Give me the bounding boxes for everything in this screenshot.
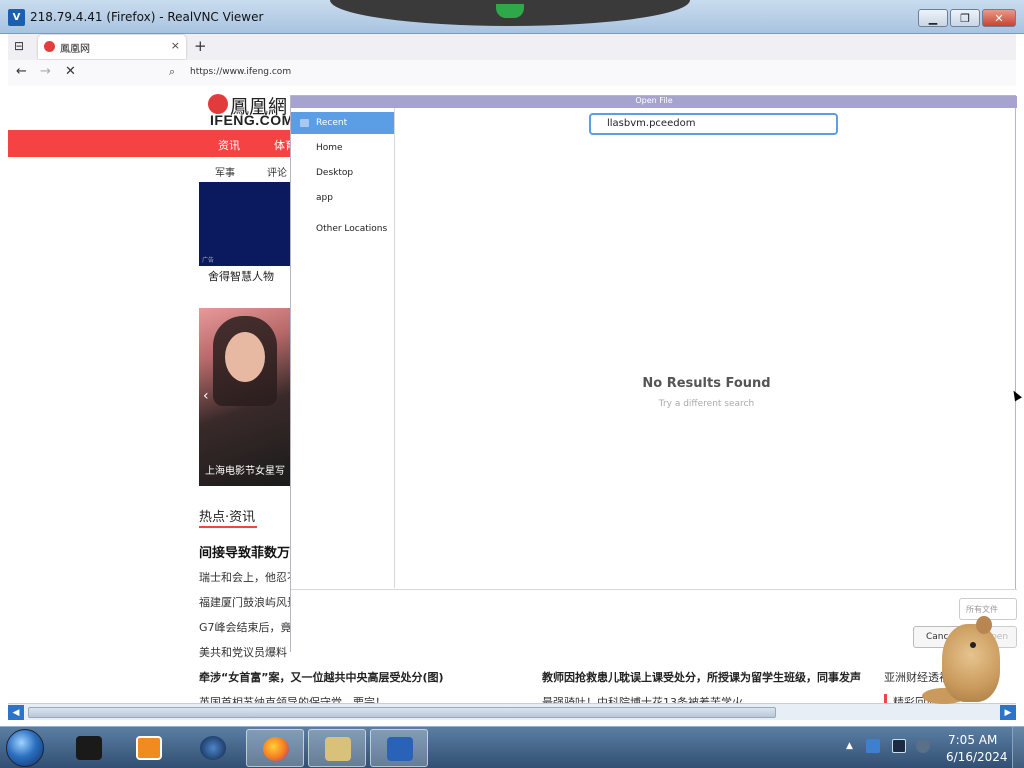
places-item-other-locations[interactable]: Other Locations bbox=[291, 218, 394, 240]
list-all-tabs-icon[interactable]: ⊟ bbox=[14, 39, 30, 55]
nav-item-news[interactable]: 资讯 bbox=[218, 137, 240, 153]
forward-button[interactable]: → bbox=[40, 64, 51, 79]
taskbar: ▲ 7:05 AM 6/16/2024 bbox=[0, 726, 1024, 768]
dialog-titlebar[interactable]: Open File bbox=[291, 96, 1017, 108]
news-item[interactable]: 福建厦门鼓浪屿风景 bbox=[199, 594, 298, 610]
vnc-toolbar-toggle[interactable] bbox=[330, 0, 690, 26]
window-title: 218.79.4.41 (Firefox) - RealVNC Viewer bbox=[30, 10, 264, 24]
tray-app-icon[interactable] bbox=[866, 739, 880, 753]
hamster-sticker bbox=[922, 604, 1008, 708]
firefox-icon bbox=[263, 737, 289, 761]
subnav-item-military[interactable]: 军事 bbox=[215, 164, 235, 179]
volume-icon[interactable] bbox=[916, 739, 930, 753]
scrollbar-thumb[interactable] bbox=[28, 707, 776, 718]
section-underline bbox=[199, 526, 257, 528]
url-bar[interactable]: https://www.ifeng.com bbox=[190, 67, 291, 77]
tab-title: 鳳凰网 bbox=[60, 44, 90, 55]
places-item-app[interactable]: app bbox=[291, 187, 394, 209]
browser-icon bbox=[200, 736, 226, 760]
close-button[interactable]: ✕ bbox=[982, 9, 1016, 27]
places-item-label: Other Locations bbox=[316, 224, 388, 234]
realvnc-icon: V bbox=[8, 9, 25, 26]
ifeng-logo-icon bbox=[208, 94, 228, 114]
window-controls: ▁ ❐ ✕ bbox=[918, 9, 1016, 27]
file-manager-icon bbox=[325, 737, 351, 761]
new-tab-button[interactable]: + bbox=[194, 37, 207, 55]
taskbar-app-browser[interactable] bbox=[184, 729, 242, 767]
scroll-left-icon[interactable]: ◀ bbox=[8, 705, 24, 720]
back-button[interactable]: ← bbox=[16, 64, 27, 79]
news-item[interactable]: 英国首相苏纳克领导的保守党，要完！ bbox=[199, 694, 386, 703]
places-item-label: app bbox=[316, 193, 333, 203]
news-item[interactable]: 牵涉“女首富”案，又一位越共中央高层受处分(图) bbox=[199, 669, 444, 685]
show-desktop-button[interactable] bbox=[1012, 727, 1024, 768]
places-item-label: Recent bbox=[316, 118, 348, 128]
subnav-item-comment[interactable]: 评论 bbox=[267, 164, 287, 179]
search-icon: ⌕ bbox=[169, 65, 176, 78]
no-results-hint: Try a different search bbox=[658, 399, 755, 409]
taskbar-app-files[interactable] bbox=[308, 729, 366, 767]
clock-date[interactable]: 6/16/2024 bbox=[946, 750, 1008, 764]
no-results-title: No Results Found bbox=[642, 376, 771, 391]
hamster-eye bbox=[970, 642, 976, 648]
ad-banner[interactable]: 广告 bbox=[199, 182, 299, 266]
ad-tag: 广告 bbox=[202, 257, 215, 264]
places-sidebar: Recent Home Desktop app Other Locations bbox=[291, 108, 395, 588]
news-headline[interactable]: 间接导致菲数万 bbox=[199, 542, 290, 561]
file-list[interactable]: No Results Found Try a different search bbox=[396, 108, 1017, 588]
stop-button[interactable]: ✕ bbox=[65, 64, 76, 79]
taskbar-app-media[interactable] bbox=[120, 729, 178, 767]
terminal-icon bbox=[76, 736, 102, 760]
vnc-titlebar: V 218.79.4.41 (Firefox) - RealVNC Viewer… bbox=[0, 0, 1024, 34]
start-button[interactable] bbox=[6, 729, 44, 767]
show-hidden-icons-icon[interactable]: ▲ bbox=[846, 741, 853, 751]
tab-close-icon[interactable]: × bbox=[171, 39, 180, 52]
maximize-button[interactable]: ❐ bbox=[950, 9, 980, 27]
dialog-footer: 所有文件 Cancel Open bbox=[291, 589, 1017, 653]
places-item-label: Desktop bbox=[316, 168, 354, 178]
carousel-prev-icon[interactable]: ‹ bbox=[203, 388, 209, 404]
news-item[interactable]: 瑞士和会上，他忍不 bbox=[199, 569, 298, 585]
photo-face bbox=[225, 332, 265, 382]
news-item[interactable]: 教师因抢救患儿耽误上课受处分，所授课为留学生班级，同事发声 bbox=[542, 669, 861, 685]
places-item-recent[interactable]: Recent bbox=[291, 112, 394, 134]
places-item-desktop[interactable]: Desktop bbox=[291, 162, 394, 184]
ifeng-favicon-icon bbox=[44, 41, 55, 52]
hamster-body bbox=[942, 624, 1000, 702]
ifeng-logo-domain[interactable]: IFENG.COM bbox=[210, 112, 294, 128]
recent-icon bbox=[300, 119, 309, 127]
news-item[interactable]: 最强骑吐！中科院博士花13条被羞苦学火 bbox=[542, 694, 743, 703]
open-file-dialog: Open File Recent Home Desktop app Other … bbox=[290, 95, 1017, 653]
taskbar-app-realvnc[interactable] bbox=[370, 729, 428, 767]
places-item-label: Home bbox=[316, 143, 343, 153]
dialog-title: Open File bbox=[635, 96, 673, 105]
horizontal-scrollbar[interactable]: ◀ ▶ bbox=[8, 703, 1016, 720]
photo-caption[interactable]: 上海电影节女星写 bbox=[205, 462, 285, 477]
realvnc-icon bbox=[387, 737, 413, 761]
taskbar-app-terminal[interactable] bbox=[60, 729, 118, 767]
places-item-home[interactable]: Home bbox=[291, 137, 394, 159]
firefox-navbar: ← → ✕ ⌕ https://www.ifeng.com bbox=[8, 60, 1016, 86]
hamster-ear bbox=[976, 616, 992, 634]
ad-caption[interactable]: 舍得智慧人物 bbox=[208, 268, 274, 284]
file-search-input[interactable]: llasbvm.pceedom bbox=[589, 113, 838, 135]
clock-time[interactable]: 7:05 AM bbox=[948, 733, 997, 747]
section-heading[interactable]: 热点·资讯 bbox=[199, 506, 255, 525]
photo-carousel[interactable]: ‹ 上海电影节女星写 bbox=[199, 308, 299, 486]
minimize-button[interactable]: ▁ bbox=[918, 9, 948, 27]
news-item[interactable]: 美共和党议员爆料 bbox=[199, 644, 287, 660]
network-icon[interactable] bbox=[892, 739, 906, 753]
media-player-icon bbox=[136, 736, 162, 760]
tab-ifeng[interactable]: 鳳凰网 × bbox=[38, 35, 186, 59]
firefox-tabbar: ⊟ 鳳凰网 × + bbox=[8, 34, 1016, 60]
taskbar-app-firefox[interactable] bbox=[246, 729, 304, 767]
news-item[interactable]: G7峰会结束后，竟 bbox=[199, 619, 292, 635]
